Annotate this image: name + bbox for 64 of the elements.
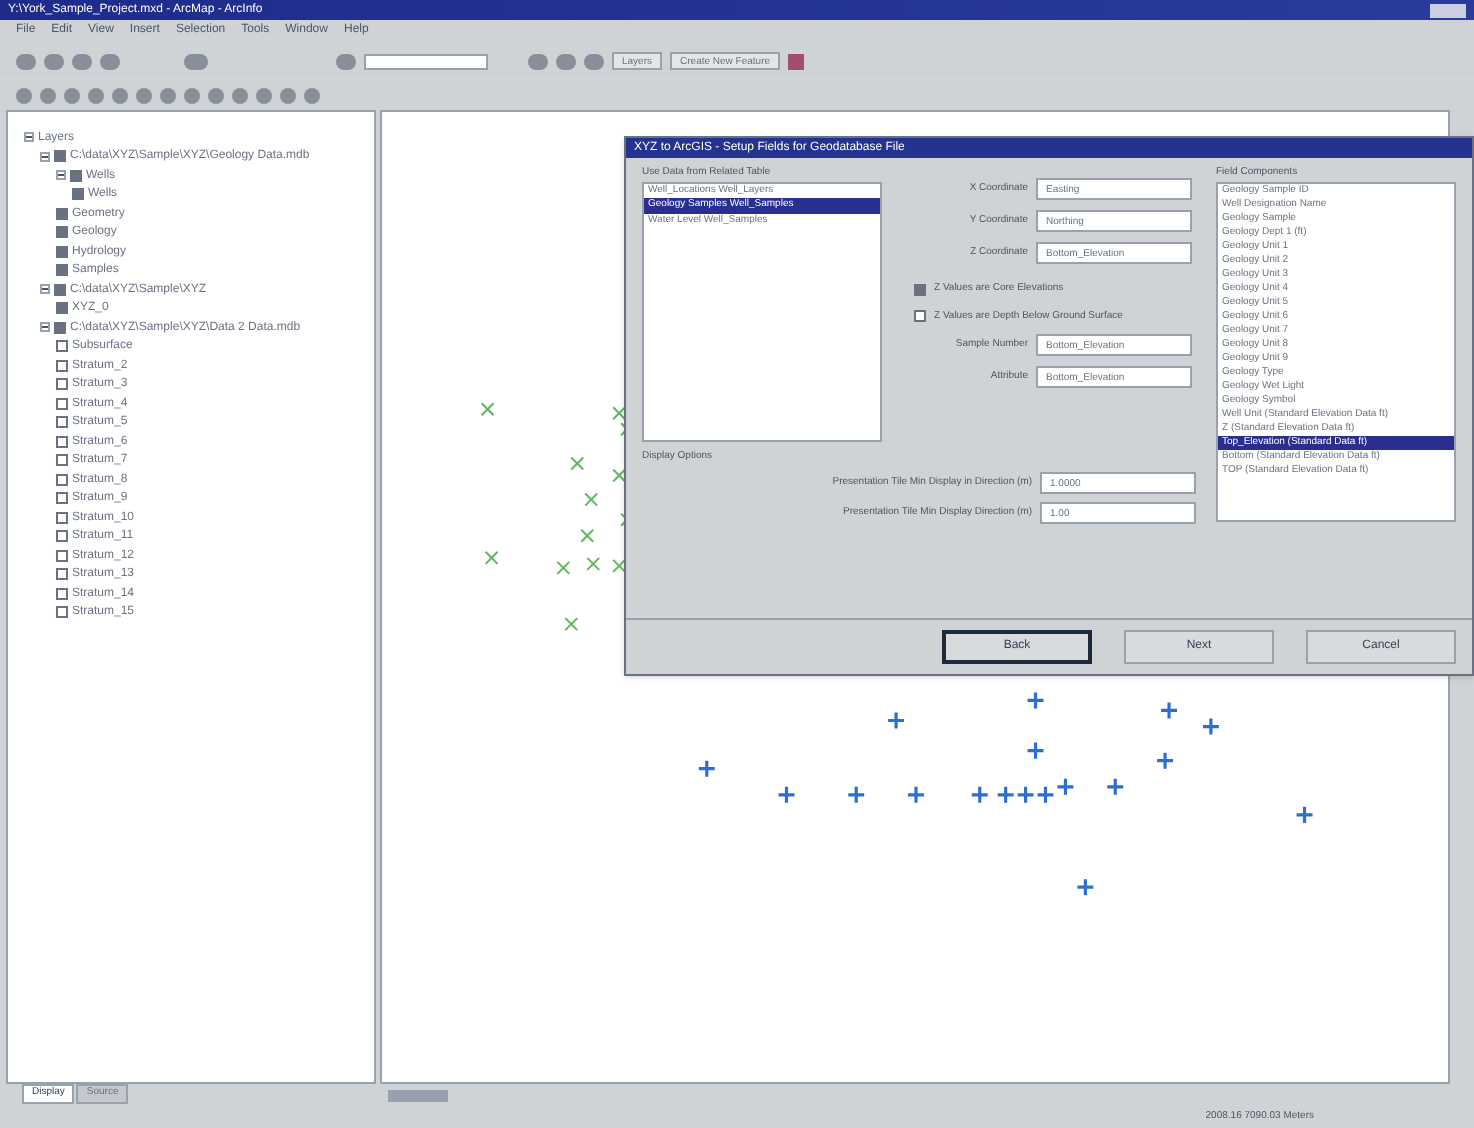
- plus-marker-icon: [1026, 690, 1046, 711]
- layer-checkbox[interactable]: [56, 416, 68, 429]
- window-controls-icon[interactable]: [1430, 3, 1466, 17]
- layer-checkbox[interactable]: [56, 568, 68, 581]
- plus-marker-icon: [886, 710, 906, 731]
- layer-checkbox[interactable]: [54, 283, 66, 296]
- layer-checkbox[interactable]: [72, 188, 84, 201]
- plus-marker-icon: [776, 785, 797, 805]
- option-checkbox[interactable]: [914, 310, 926, 323]
- x-marker-icon: [612, 468, 627, 483]
- plus-marker-icon: [1105, 777, 1125, 797]
- plus-marker-icon: [1159, 700, 1179, 721]
- layer-checkbox[interactable]: [56, 587, 68, 600]
- layer-checkbox[interactable]: [56, 435, 68, 448]
- layer-checkbox[interactable]: [56, 378, 68, 391]
- layer-checkbox[interactable]: [56, 207, 68, 220]
- expand-toggle[interactable]: [40, 284, 50, 295]
- x-marker-icon: [612, 558, 627, 573]
- layer-checkbox[interactable]: [56, 530, 68, 543]
- components-list[interactable]: [1216, 181, 1456, 521]
- layer-checkbox[interactable]: [56, 454, 68, 467]
- layer-checkbox[interactable]: [56, 226, 68, 239]
- layer-checkbox[interactable]: [56, 511, 68, 524]
- color-icon[interactable]: [788, 53, 805, 69]
- layer-checkbox[interactable]: [56, 359, 68, 372]
- plus-marker-icon: [1026, 741, 1046, 761]
- x-marker-icon: [584, 492, 599, 507]
- layer-checkbox[interactable]: [54, 321, 66, 334]
- plus-marker-icon: [1294, 805, 1315, 825]
- layer-checkbox[interactable]: [56, 245, 68, 258]
- layer-checkbox[interactable]: [56, 397, 68, 410]
- x-marker-icon: [484, 550, 499, 565]
- layer-checkbox[interactable]: [56, 340, 68, 353]
- x-marker-icon: [570, 456, 585, 471]
- plus-marker-icon: [1075, 877, 1095, 897]
- x-marker-icon: [556, 560, 571, 575]
- plus-marker-icon: [1155, 751, 1175, 771]
- scale-field[interactable]: [364, 53, 488, 69]
- layer-checkbox[interactable]: [56, 549, 68, 562]
- plus-marker-icon: [970, 785, 990, 805]
- layer-checkbox[interactable]: [56, 492, 68, 505]
- plus-marker-icon: [1016, 785, 1036, 805]
- layer-checkbox[interactable]: [56, 473, 68, 486]
- plus-marker-icon: [906, 785, 926, 805]
- expand-toggle[interactable]: [40, 322, 50, 333]
- plus-marker-icon: [1055, 777, 1075, 797]
- layer-checkbox[interactable]: [70, 169, 82, 182]
- layer-checkbox[interactable]: [56, 264, 68, 277]
- x-marker-icon: [580, 528, 595, 543]
- plus-marker-icon: [1201, 716, 1221, 737]
- plus-marker-icon: [996, 785, 1016, 805]
- expand-toggle[interactable]: [56, 170, 66, 181]
- layer-checkbox[interactable]: [54, 150, 66, 163]
- x-marker-icon: [564, 617, 579, 632]
- plus-marker-icon: [846, 785, 866, 805]
- plus-marker-icon: [697, 759, 717, 779]
- layer-checkbox[interactable]: [56, 606, 68, 619]
- plus-marker-icon: [1035, 785, 1056, 805]
- expand-toggle[interactable]: [24, 132, 34, 143]
- x-marker-icon: [480, 402, 495, 417]
- layer-checkbox[interactable]: [56, 302, 68, 315]
- expand-toggle[interactable]: [40, 151, 50, 162]
- option-checkbox[interactable]: [914, 283, 926, 296]
- x-marker-icon: [586, 556, 601, 571]
